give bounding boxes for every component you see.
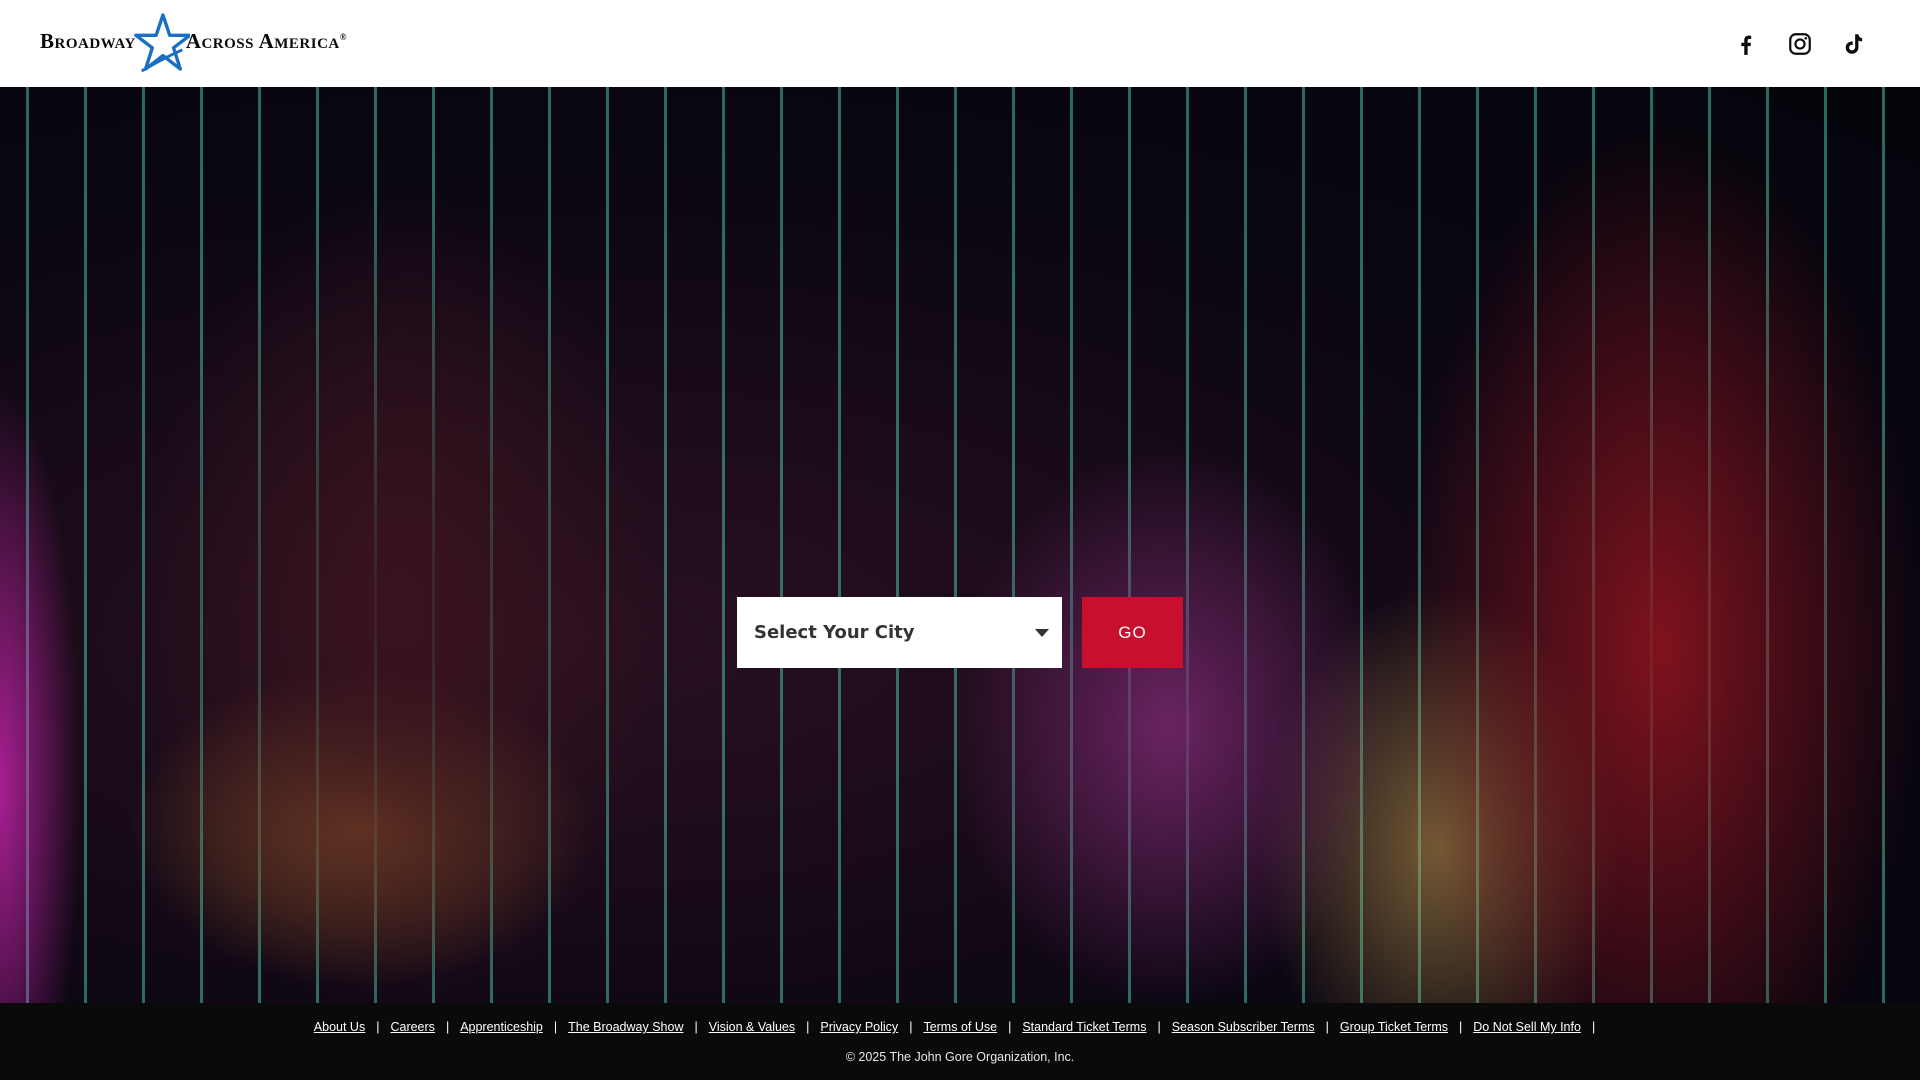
footer-separator: | [1325,1020,1329,1034]
city-select-dropdown[interactable]: Select Your City [737,597,1062,668]
footer-separator: | [1591,1020,1596,1034]
registered-mark: ® [339,31,347,42]
footer-link-about-us[interactable]: About Us [314,1020,365,1034]
instagram-icon [1789,33,1811,55]
footer-link-careers[interactable]: Careers [390,1020,434,1034]
footer-separator: | [694,1020,698,1034]
facebook-icon [1741,35,1752,55]
tiktok-link[interactable] [1836,27,1870,61]
footer-link-season-subscriber-terms[interactable]: Season Subscriber Terms [1172,1020,1315,1034]
footer-link-group-ticket-terms[interactable]: Group Ticket Terms [1340,1020,1448,1034]
footer-link-terms-of-use[interactable]: Terms of Use [923,1020,997,1034]
instagram-link[interactable] [1783,27,1817,61]
logo-word-across-america: Across America [185,28,340,53]
site-header: Broadway Across America® [0,0,1920,87]
footer-separator: | [1008,1020,1012,1034]
logo-wordmark: Broadway Across America® [40,10,347,76]
footer-separator: | [376,1020,380,1034]
hero-performers-image [0,87,1920,1003]
footer-separator: | [909,1020,913,1034]
footer-separator: | [445,1020,450,1034]
chevron-down-icon [1035,629,1049,637]
footer-link-privacy-policy[interactable]: Privacy Policy [820,1020,898,1034]
footer-links: About Us | Careers | Apprenticeship | The B… [0,1020,1920,1034]
footer-separator: | [806,1020,810,1034]
broadway-across-america-logo[interactable]: Broadway Across America® [40,10,346,76]
go-button[interactable]: GO [1082,597,1183,668]
footer-link-apprenticeship[interactable]: Apprenticeship [460,1020,543,1034]
city-select-label: Select Your City [754,622,915,643]
footer-link-vision-values[interactable]: Vision & Values [709,1020,795,1034]
tiktok-icon [1845,34,1863,54]
footer-separator: | [553,1020,558,1034]
footer-link-the-broadway-show[interactable]: The Broadway Show [568,1020,683,1034]
footer-link-standard-ticket-terms[interactable]: Standard Ticket Terms [1022,1020,1146,1034]
site-footer: About Us | Careers | Apprenticeship | The B… [0,1003,1920,1080]
star-logo-icon [133,13,190,73]
copyright-text: © 2025 The John Gore Organization, Inc. [845,1050,1075,1064]
facebook-link[interactable] [1729,27,1763,61]
logo-word-broadway: Broadway [40,28,136,53]
hero-video-background: Select Your City GO [0,87,1920,1003]
footer-separator: | [1459,1020,1463,1034]
footer-separator: | [1157,1020,1161,1034]
footer-link-do-not-sell-my-info[interactable]: Do Not Sell My Info [1473,1020,1581,1034]
